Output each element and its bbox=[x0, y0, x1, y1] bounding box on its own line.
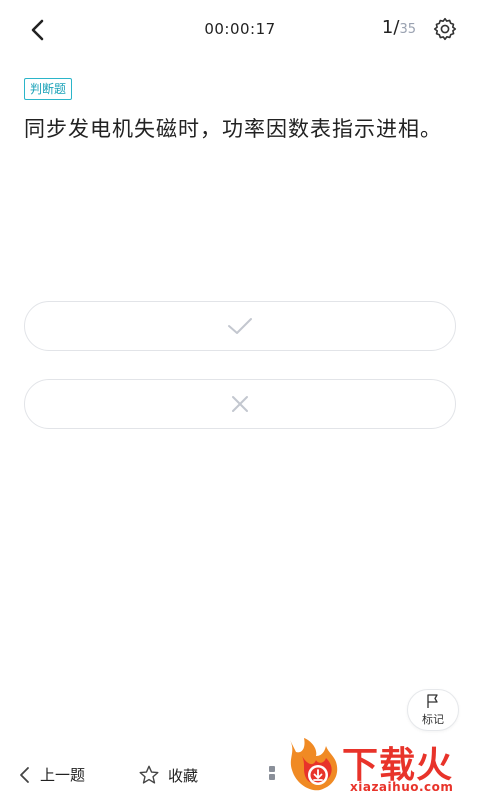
flame-logo-icon bbox=[290, 738, 338, 791]
watermark: 下载火 xiazaihuo.com bbox=[280, 734, 480, 800]
current-index: 1/ bbox=[381, 17, 400, 38]
favorite-button[interactable]: 收藏 bbox=[138, 764, 198, 786]
previous-question-button[interactable]: 上一题 bbox=[18, 764, 85, 785]
top-bar: 00:00:17 1/35 bbox=[0, 0, 480, 62]
settings-button[interactable] bbox=[432, 16, 458, 42]
option-true[interactable] bbox=[24, 301, 456, 351]
check-icon bbox=[228, 318, 252, 334]
favorite-label: 收藏 bbox=[168, 766, 199, 785]
option-false[interactable] bbox=[24, 379, 456, 429]
chevron-left-icon bbox=[20, 766, 29, 783]
watermark-text-en: xiazaihuo.com bbox=[350, 780, 454, 794]
mark-label: 标记 bbox=[422, 713, 444, 726]
mark-button[interactable]: 标记 bbox=[407, 689, 459, 731]
question-counter: 1/35 bbox=[382, 17, 416, 38]
total-count: 35 bbox=[399, 22, 416, 37]
exam-page: 00:00:17 1/35 判断题 同步发电机失磁时，功率因数表指示进相。 标记 bbox=[0, 0, 480, 800]
previous-question-label: 上一题 bbox=[40, 766, 86, 784]
star-icon bbox=[139, 765, 159, 784]
question-text: 同步发电机失磁时，功率因数表指示进相。 bbox=[24, 117, 442, 141]
gear-icon bbox=[433, 17, 457, 41]
question-type-badge: 判断题 bbox=[24, 78, 73, 100]
cross-icon bbox=[232, 396, 248, 412]
flag-icon bbox=[427, 694, 438, 708]
